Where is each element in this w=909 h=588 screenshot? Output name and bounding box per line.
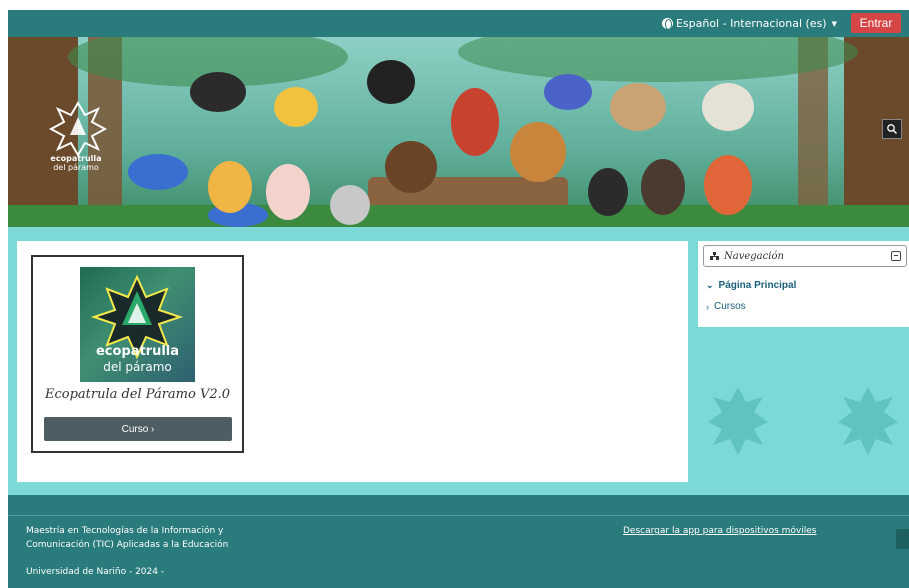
nav-item-courses[interactable]: › Cursos: [706, 301, 746, 312]
top-navbar: Español - Internacional (es) ▼ Entrar: [8, 10, 909, 37]
course-image-line1: ecopatrulla: [95, 344, 180, 359]
mobile-app-link[interactable]: Descargar la app para dispositivos móvil…: [623, 524, 816, 538]
language-label: Español - Internacional (es): [675, 17, 827, 30]
footer-university: Universidad de Nariño - 2024 -: [26, 567, 165, 577]
course-button[interactable]: Curso ›: [44, 417, 232, 441]
course-list-panel: ecopatrulla del páramo Ecopatrula del Pá…: [17, 241, 688, 482]
language-menu[interactable]: Español - Internacional (es) ▼: [661, 17, 837, 30]
chevron-down-icon: ⌄: [706, 280, 714, 290]
banner-logo-line2: del páramo: [53, 163, 99, 172]
collapse-icon[interactable]: [891, 251, 901, 261]
nav-item-label: Página Principal: [718, 280, 797, 291]
footer-program-line2: Comunicación (TIC) Aplicadas a la Educac…: [26, 540, 229, 550]
chevron-right-icon: ›: [706, 301, 709, 312]
navigation-header: Navegación: [703, 245, 907, 267]
banner-logo-line1: ecopatrulla: [50, 154, 101, 163]
footer-program-line1: Maestría en Tecnologías de la Informació…: [26, 526, 224, 536]
footer-divider: [8, 515, 909, 516]
course-image[interactable]: ecopatrulla del páramo: [80, 267, 195, 382]
footer-program: Maestría en Tecnologías de la Informació…: [26, 524, 228, 552]
login-button[interactable]: Entrar: [851, 13, 901, 33]
search-icon: [887, 124, 898, 135]
header-banner: ecopatrulla del páramo: [8, 37, 909, 227]
nav-item-label: Cursos: [714, 301, 746, 312]
course-title[interactable]: Ecopatrula del Páramo V2.0: [33, 387, 242, 402]
page-footer: Maestría en Tecnologías de la Informació…: [8, 495, 909, 588]
back-to-top-button[interactable]: [896, 529, 909, 549]
caret-down-icon: ▼: [831, 19, 837, 28]
main-region: ecopatrulla del páramo Ecopatrula del Pá…: [8, 227, 909, 495]
course-image-line2: del páramo: [103, 360, 172, 374]
navigation-block: Navegación ⌄ Página Principal › Cursos: [698, 241, 909, 327]
navigation-title: Navegación: [724, 250, 784, 262]
nav-item-home[interactable]: ⌄ Página Principal: [706, 280, 796, 291]
globe-icon: [661, 18, 673, 30]
banner-illustration: ecopatrulla del páramo: [8, 37, 909, 227]
course-card[interactable]: ecopatrulla del páramo Ecopatrula del Pá…: [31, 255, 244, 453]
watermark-pattern: [708, 387, 898, 455]
sitemap-icon: [710, 252, 719, 260]
search-button[interactable]: [882, 119, 902, 139]
